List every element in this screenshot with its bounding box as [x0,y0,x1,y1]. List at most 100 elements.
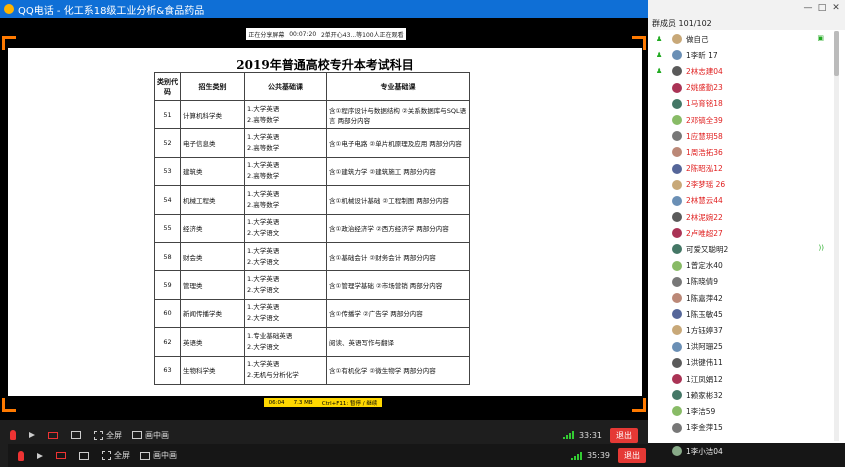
list-item[interactable]: 2陈昭泓12 [648,161,828,177]
pip-button[interactable]: 画中画 [140,450,177,461]
speaker-button[interactable] [37,452,46,459]
list-item[interactable]: ♟ 1李昕 17 [648,47,828,63]
call-duration: 35:39 [586,451,610,460]
share-screen-button[interactable] [71,431,84,439]
list-item[interactable]: 2林泥婉22 [648,209,828,225]
list-item[interactable]: 1洪键伟11 [648,355,828,371]
video-area[interactable]: 正在分享屏幕 00:07:20 2单开心43...等100人正在观看 2019年… [0,18,648,420]
avatar [672,50,682,61]
member-scrollbar[interactable] [834,31,839,441]
exit-button[interactable]: 退出 [618,448,646,463]
member-count: 群成员 101/102 [652,19,712,28]
member-name: 1陈晓倩9 [686,277,719,287]
pip-label: 画中画 [153,451,177,460]
mic-button[interactable] [18,450,27,461]
avatar [672,406,682,417]
public-course: 2.大学语文 [247,257,280,266]
row-public-courses: 1.大学英语 2.高等数学 [244,185,327,215]
row-category: 英语类 [180,327,245,357]
list-item[interactable]: 2姚盛勤23 [648,80,828,96]
member-name: 2姚盛勤23 [686,83,723,93]
list-item[interactable]: 1洪阿珊25 [648,339,828,355]
list-item[interactable]: 1赖家彬32 [648,387,828,403]
list-item[interactable]: 1应慧玥58 [648,128,828,144]
speaker-button[interactable] [29,432,38,438]
list-item[interactable]: 1李洁59 [648,403,828,419]
list-item[interactable]: ♟ 2林志建04 [648,63,828,79]
list-item[interactable]: ♟ 做自己 ▣ [648,31,828,47]
avatar [672,98,682,109]
list-item[interactable]: 1陈嘉萍42 [648,290,828,306]
row-code: 54 [154,185,181,215]
member-name: 2李梦瑶 26 [686,180,726,190]
member-name: 1曾定水40 [686,261,723,271]
document-title: 2019年普通高校专升本考试科目 [236,58,414,72]
exit-button[interactable]: 退出 [610,427,638,443]
recording-status-bar: 06:04 7.3 MB Ctrl+F11: 暂停 / 继续 [264,398,382,407]
screen-share-icon: ▣ [817,34,824,42]
list-item[interactable]: 1陈晓倩9 [648,274,828,290]
scrollbar-thumb[interactable] [834,31,839,76]
row-category: 管理类 [180,270,245,300]
row-public-courses: 1.大学英语 2.无机与分析化学 [244,355,327,385]
member-name: 2林泥婉22 [686,212,723,222]
public-course: 1.大学英语 [247,246,280,255]
member-name: 1陈嘉萍42 [686,293,723,303]
member-name: 2林志建04 [686,66,723,76]
row-major-courses: 含①程序设计与数据结构 ②关系数据库与SQL语言 两部分内容 [326,99,470,130]
camera-button[interactable] [56,452,69,459]
camera-button[interactable] [48,431,61,439]
list-item[interactable]: 1李金萍15 [648,420,828,436]
record-time: 06:04 [268,399,285,406]
member-panel-overflow: 1李小洁04 [648,443,845,467]
avatar [672,357,682,368]
qq-call-window: QQ电话 - 化工系18级工业分析&食品药品 正在分享屏幕 00:07:20 2… [0,0,845,467]
table-row: 53 建筑类 1.大学英语 2.高等数学 含①建筑力学 ②建筑施工 两部分内容 [154,156,470,187]
exam-subjects-table: 类别代码 招生类别 公共基础课 专业基础课 51 计算机科学类 1.大学英语 2.高等… [154,72,470,385]
list-item[interactable]: 2邓镐全39 [648,112,828,128]
fullscreen-button[interactable]: 全屏 [102,450,130,461]
share-screen-button[interactable] [79,451,92,460]
minimize-icon[interactable]: — [801,2,815,14]
pip-button[interactable]: 画中画 [132,430,169,441]
list-item[interactable]: 1马育铭18 [648,96,828,112]
public-course: 2.无机与分析化学 [247,371,299,380]
avatar [672,325,682,336]
fullscreen-button[interactable]: 全屏 [94,430,122,441]
list-item[interactable]: 1曾定水40 [648,258,828,274]
table-row: 63 生物科学类 1.大学英语 2.无机与分析化学 含①有机化学 ②微生物学 两部分内容 [154,355,470,385]
list-item[interactable]: 1方钰婷37 [648,322,828,338]
fullscreen-icon [102,451,111,460]
window-title: QQ电话 - 化工系18级工业分析&食品药品 [18,5,205,17]
member-name: 2邓镐全39 [686,115,723,125]
row-public-courses: 1.大学英语 2.大学语文 [244,298,327,329]
close-icon[interactable]: ✕ [829,2,843,14]
list-item[interactable]: 2林慧云44 [648,193,828,209]
shared-screen: 2019年普通高校专升本考试科目 类别代码 招生类别 公共基础课 专业基础课 5… [8,48,642,396]
avatar [672,276,682,287]
avatar [672,66,682,77]
avatar [672,260,682,271]
public-course: 1.大学英语 [247,218,280,227]
pip-icon [140,451,150,460]
list-item[interactable]: 1李小洁04 [648,443,845,459]
maximize-icon[interactable]: □ [815,2,829,14]
member-name: 1应慧玥58 [686,131,723,141]
row-category: 新闻传播学类 [180,298,245,329]
title-bar: QQ电话 - 化工系18级工业分析&食品药品 [0,0,648,18]
avatar [672,82,682,93]
list-item[interactable]: 1陈玉敏45 [648,306,828,322]
mic-button[interactable] [10,430,19,440]
speaking-icon: )) [818,244,824,253]
list-item[interactable]: 2李梦瑶 26 [648,177,828,193]
row-major-courses: 含①基础会计 ②财务会计 两部分内容 [326,241,470,272]
member-panel: — □ ✕ 群成员 101/102 ♟ 做自己 ▣ ♟ 1李昕 17 ♟ 2林志建04 2姚盛… [648,0,845,443]
list-item[interactable]: 可爱又聪明2)) [648,241,828,257]
list-item[interactable]: 2卢唯超27 [648,225,828,241]
list-item[interactable]: 1江凤娟12 [648,371,828,387]
row-public-courses: 1.专业基础英语 2.大学语文 [244,327,327,357]
list-item[interactable]: 1周浩拓36 [648,144,828,160]
header-major: 专业基础课 [326,72,470,101]
avatar [672,309,682,320]
table-row: 62 英语类 1.专业基础英语 2.大学语文 阅读、英语写作与翻译 [154,327,470,357]
